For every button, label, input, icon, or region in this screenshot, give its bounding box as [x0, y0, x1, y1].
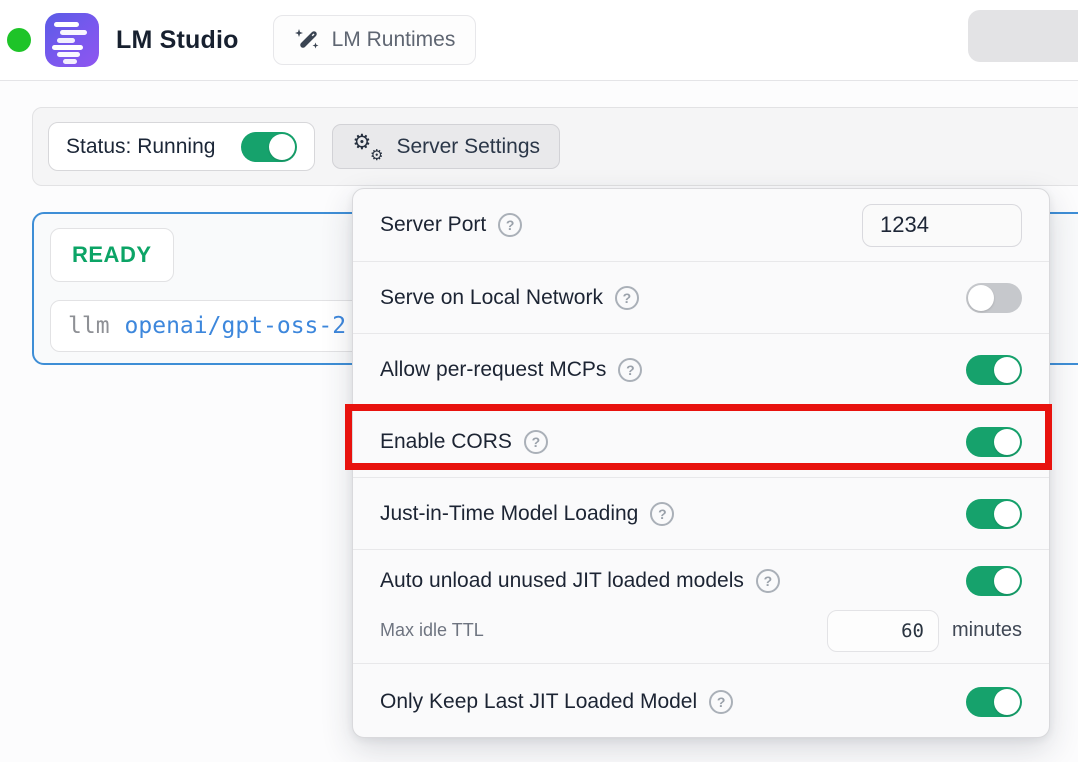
settings-row-local-network: Serve on Local Network ?: [353, 261, 1049, 333]
server-toolbar: Status: Running ⚙ ⚙ Server Settings: [32, 107, 1078, 186]
model-type-label: llm: [68, 313, 110, 339]
server-settings-panel: Server Port ? Serve on Local Network ? A…: [352, 188, 1050, 738]
local-network-toggle[interactable]: [966, 283, 1022, 313]
server-status-pill: Status: Running: [48, 122, 315, 171]
app-title: LM Studio: [116, 26, 239, 55]
title-bar: LM Studio LM Runtimes: [0, 0, 1078, 81]
help-icon[interactable]: ?: [615, 286, 639, 310]
server-status-label: Status: Running: [66, 135, 215, 159]
help-icon[interactable]: ?: [650, 502, 674, 526]
settings-row-jit-loading: Just-in-Time Model Loading ?: [353, 477, 1049, 549]
max-idle-ttl-label: Max idle TTL: [380, 620, 484, 641]
enable-cors-label: Enable CORS: [380, 430, 512, 454]
help-icon[interactable]: ?: [618, 358, 642, 382]
server-settings-label: Server Settings: [396, 135, 540, 159]
local-network-label: Serve on Local Network: [380, 286, 603, 310]
help-icon[interactable]: ?: [709, 690, 733, 714]
lm-studio-logo-icon: [45, 13, 99, 67]
lm-runtimes-label: LM Runtimes: [332, 28, 456, 52]
lm-runtimes-button[interactable]: LM Runtimes: [273, 15, 477, 65]
settings-row-enable-cors: Enable CORS ?: [353, 405, 1049, 477]
server-port-label: Server Port: [380, 213, 486, 237]
server-settings-button[interactable]: ⚙ ⚙ Server Settings: [332, 124, 560, 169]
auto-unload-toggle[interactable]: [966, 566, 1022, 596]
server-status-toggle[interactable]: [241, 132, 297, 162]
help-icon[interactable]: ?: [756, 569, 780, 593]
window-control-green[interactable]: [7, 28, 31, 52]
max-idle-ttl-row: Max idle TTL minutes: [380, 610, 1022, 652]
jit-loading-toggle[interactable]: [966, 499, 1022, 529]
ready-status-badge: READY: [50, 228, 174, 282]
gears-icon: ⚙ ⚙: [352, 131, 383, 163]
settings-row-server-port: Server Port ?: [353, 189, 1049, 261]
header-right-button[interactable]: [968, 10, 1078, 62]
per-request-mcps-label: Allow per-request MCPs: [380, 358, 606, 382]
help-icon[interactable]: ?: [524, 430, 548, 454]
help-icon[interactable]: ?: [498, 213, 522, 237]
keep-last-jit-label: Only Keep Last JIT Loaded Model: [380, 690, 697, 714]
auto-unload-label: Auto unload unused JIT loaded models: [380, 569, 744, 593]
server-port-input[interactable]: [862, 204, 1022, 247]
magic-wand-icon: [294, 27, 320, 53]
max-idle-ttl-input[interactable]: [827, 610, 939, 652]
settings-row-keep-last-jit: Only Keep Last JIT Loaded Model ?: [353, 663, 1049, 738]
max-idle-ttl-unit: minutes: [952, 619, 1022, 642]
jit-loading-label: Just-in-Time Model Loading: [380, 502, 638, 526]
settings-row-auto-unload: Auto unload unused JIT loaded models ? M…: [353, 549, 1049, 663]
keep-last-jit-toggle[interactable]: [966, 687, 1022, 717]
model-name-label: openai/gpt-oss-2: [125, 313, 347, 339]
settings-row-per-request-mcps: Allow per-request MCPs ?: [353, 333, 1049, 405]
per-request-mcps-toggle[interactable]: [966, 355, 1022, 385]
enable-cors-toggle[interactable]: [966, 427, 1022, 457]
